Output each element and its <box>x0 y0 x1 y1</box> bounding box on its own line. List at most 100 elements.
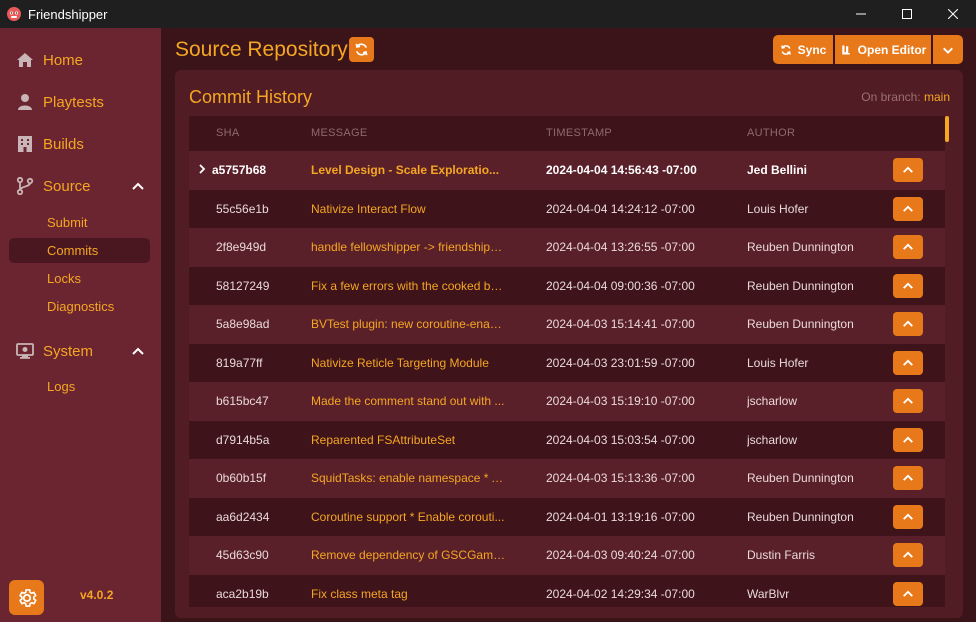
sync-to-commit-button[interactable] <box>893 389 923 413</box>
sync-to-commit-button[interactable] <box>893 196 923 221</box>
table-row[interactable]: 2f8e949d handle fellowshipper -> friendsh… <box>189 228 945 267</box>
commit-author: Reuben Dunnington <box>747 317 854 331</box>
sidebar-item-label: Builds <box>43 135 84 153</box>
commit-author: Louis Hofer <box>747 355 809 370</box>
commit-timestamp: 2024-04-04 14:56:43 -07:00 <box>546 163 697 177</box>
sidebar-item-logs[interactable]: Logs <box>9 374 150 399</box>
chevron-up-icon[interactable] <box>131 179 145 193</box>
minimize-icon <box>856 13 866 15</box>
open-editor-label: Open Editor <box>857 42 927 57</box>
commit-author: Reuben Dunnington <box>747 471 854 485</box>
chevron-up-icon[interactable] <box>131 344 145 358</box>
table-row[interactable]: 0b60b15f SquidTasks: enable namespace * A… <box>189 459 945 498</box>
sidebar-item-label: Source <box>43 177 91 195</box>
sidebar-item-source[interactable]: Source <box>0 170 161 202</box>
editor-options-dropdown[interactable] <box>933 35 963 64</box>
commit-timestamp: 2024-04-03 09:40:24 -07:00 <box>546 548 695 562</box>
commit-timestamp: 2024-04-03 15:13:36 -07:00 <box>546 471 695 485</box>
table-scrollbar[interactable] <box>945 116 949 142</box>
sidebar-item-submit[interactable]: Submit <box>9 210 150 235</box>
close-button[interactable] <box>930 0 976 28</box>
chevron-right-icon[interactable] <box>197 164 207 174</box>
commit-timestamp: 2024-04-03 23:01:59 -07:00 <box>546 355 695 370</box>
commit-sha: 5a8e98ad <box>216 317 270 331</box>
commit-author: jscharlow <box>747 432 798 447</box>
sidebar-item-diagnostics[interactable]: Diagnostics <box>9 294 150 319</box>
commit-timestamp: 2024-04-04 14:24:12 -07:00 <box>546 201 695 216</box>
sidebar-item-builds[interactable]: Builds <box>0 128 161 160</box>
commit-timestamp: 2024-04-03 15:03:54 -07:00 <box>546 432 695 447</box>
sync-to-commit-button[interactable] <box>893 581 923 606</box>
table-row[interactable]: b615bc47 Made the comment stand out with … <box>189 382 945 421</box>
sync-to-commit-button[interactable] <box>893 543 923 567</box>
table-row[interactable]: 55c56e1b Nativize Interact Flow 2024-04-04… <box>189 189 945 228</box>
commit-author: Reuben Dunnington <box>747 278 854 293</box>
unreal-engine-icon <box>841 45 850 54</box>
chevron-up-icon <box>903 205 913 212</box>
sync-to-commit-button[interactable] <box>893 273 923 298</box>
title-bar: Friendshipper <box>0 0 976 28</box>
column-header-message: MESSAGE <box>311 127 368 139</box>
window-title: Friendshipper <box>28 6 108 22</box>
commit-sha: a5757b68 <box>212 163 267 177</box>
column-header-timestamp: TIMESTAMP <box>546 127 613 139</box>
sidebar-item-home[interactable]: Home <box>0 44 161 76</box>
sidebar-item-locks[interactable]: Locks <box>9 266 150 291</box>
close-icon <box>948 9 958 19</box>
sync-to-commit-button[interactable] <box>893 350 923 375</box>
maximize-button[interactable] <box>884 0 930 28</box>
header-actions: Sync Open Editor <box>773 35 963 64</box>
table-row[interactable]: aa6d2434 Coroutine support * Enable corou… <box>189 497 945 536</box>
commit-sha: d7914b5a <box>216 432 270 447</box>
sidebar-item-label: Submit <box>47 215 88 230</box>
sync-button[interactable]: Sync <box>773 35 833 64</box>
chevron-up-icon <box>903 436 913 443</box>
table-row[interactable]: 58127249 Fix a few errors with the cooked… <box>189 266 945 305</box>
table-row[interactable]: a5757b68 Level Design - Scale Exploratio.… <box>189 151 945 190</box>
settings-button[interactable] <box>9 580 44 615</box>
table-row[interactable]: 5a8e98ad BVTest plugin: new coroutine-ena… <box>189 305 945 344</box>
commit-author: Dustin Farris <box>747 548 816 562</box>
sync-to-commit-button[interactable] <box>893 504 923 529</box>
chevron-up-icon <box>903 166 913 173</box>
sidebar-item-commits[interactable]: Commits <box>9 238 150 263</box>
sidebar-item-playtests[interactable]: Playtests <box>0 86 161 118</box>
commit-timestamp: 2024-04-02 14:29:34 -07:00 <box>546 586 695 601</box>
person-icon <box>18 94 32 110</box>
chevron-up-icon <box>903 590 913 597</box>
home-icon <box>17 53 33 67</box>
chevron-up-icon <box>903 397 913 404</box>
sidebar-item-system[interactable]: System <box>0 335 161 367</box>
commit-message: handle fellowshipper -> friendshipp... <box>311 240 506 254</box>
commit-message: BVTest plugin: new coroutine-enabl... <box>311 317 506 331</box>
commit-sha: 0b60b15f <box>216 471 267 485</box>
minimize-button[interactable] <box>838 0 884 28</box>
refresh-button[interactable] <box>349 37 374 62</box>
sync-to-commit-button[interactable] <box>893 466 923 490</box>
sync-icon <box>780 44 791 55</box>
branch-prefix: On branch: <box>861 90 921 104</box>
sync-to-commit-button[interactable] <box>893 235 923 259</box>
table-row[interactable]: aca2b19b Fix class meta tag 2024-04-02 14:… <box>189 574 945 607</box>
sidebar-item-label: Playtests <box>43 93 104 111</box>
sync-to-commit-button[interactable] <box>893 158 923 182</box>
sidebar-item-label: Commits <box>47 243 99 258</box>
commit-sha: 819a77ff <box>216 355 263 370</box>
sync-to-commit-button[interactable] <box>893 312 923 336</box>
maximize-icon <box>902 9 912 19</box>
window-controls <box>838 0 976 28</box>
version-label: v4.0.2 <box>80 588 114 602</box>
sidebar-item-label: Home <box>43 51 84 69</box>
chevron-up-icon <box>903 359 913 366</box>
commit-author: Reuben Dunnington <box>747 240 854 254</box>
table-row[interactable]: d7914b5a Reparented FSAttributeSet 2024-04… <box>189 420 945 459</box>
chevron-down-icon <box>943 47 953 54</box>
sync-to-commit-button[interactable] <box>893 427 923 452</box>
open-editor-button[interactable]: Open Editor <box>835 35 931 64</box>
commit-timestamp: 2024-04-03 15:14:41 -07:00 <box>546 317 695 331</box>
commit-message: Nativize Interact Flow <box>311 201 426 216</box>
table-row[interactable]: 819a77ff Nativize Reticle Targeting Modul… <box>189 343 945 382</box>
commit-sha: 2f8e949d <box>216 240 267 254</box>
table-row[interactable]: 45d63c90 Remove dependency of GSCGame... 2… <box>189 536 945 575</box>
sidebar: Home Playtests Builds Source Submit Comm… <box>0 28 161 622</box>
